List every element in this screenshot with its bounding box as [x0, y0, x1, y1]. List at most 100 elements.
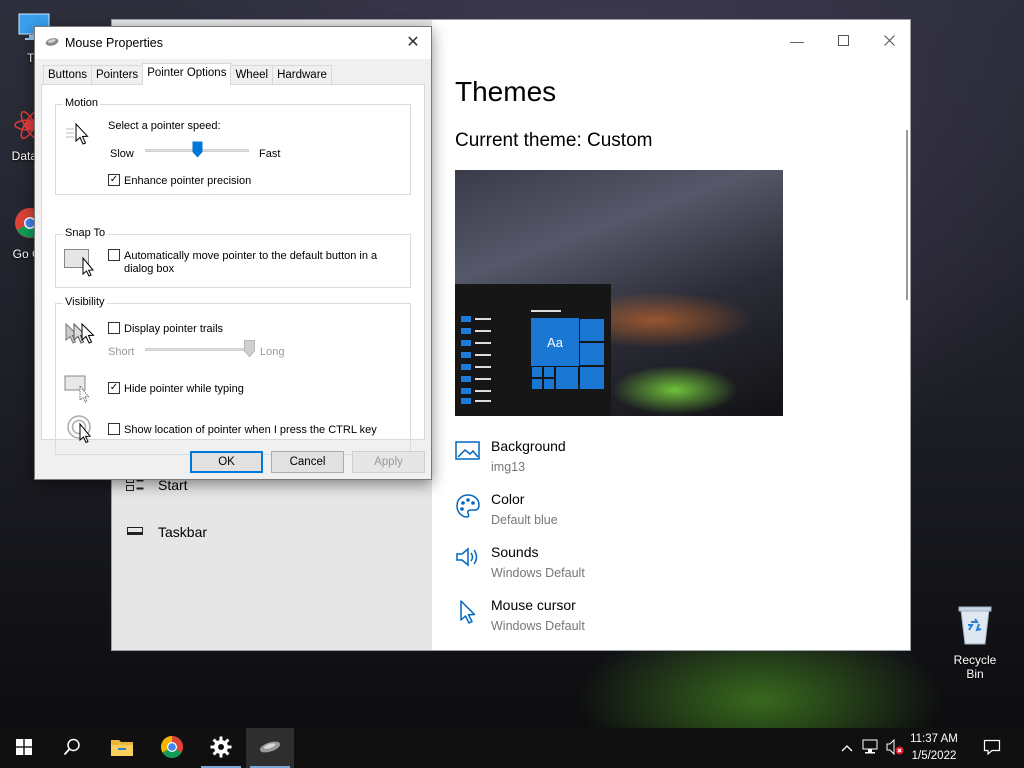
motion-group: Motion Select a pointer speed: Slow Fast… — [55, 97, 411, 195]
pointer-trails-icon — [64, 322, 98, 351]
mouse-icon — [45, 36, 59, 50]
close-icon — [883, 33, 895, 49]
chevron-up-icon — [841, 741, 853, 755]
tab-hardware[interactable]: Hardware — [272, 65, 332, 85]
system-clock[interactable]: 11:37 AM 1/5/2022 — [902, 731, 966, 765]
show-hidden-icons-button[interactable] — [838, 728, 856, 768]
network-icon — [862, 739, 880, 758]
setting-sounds[interactable]: Sounds Windows Default — [455, 544, 585, 597]
trail-length-slider[interactable] — [243, 340, 255, 358]
background-icon — [455, 438, 491, 491]
desktop-icon-recycle-bin[interactable]: Recycle Bin — [944, 602, 1006, 681]
pointer-speed-label: Select a pointer speed: — [108, 120, 221, 132]
motion-legend: Motion — [63, 97, 101, 109]
enhance-precision-checkbox[interactable]: ✓ — [108, 174, 120, 186]
tab-wheel[interactable]: Wheel — [230, 65, 274, 85]
preview-tile: Aa — [531, 318, 579, 366]
setting-value: Windows Default — [491, 619, 585, 633]
setting-color[interactable]: Color Default blue — [455, 491, 585, 544]
hide-pointer-checkbox[interactable]: ✓ — [108, 382, 120, 394]
close-button[interactable] — [866, 26, 912, 56]
file-explorer-icon — [110, 737, 134, 760]
chrome-icon — [160, 735, 184, 762]
maximize-icon — [837, 33, 849, 49]
maximize-button[interactable] — [820, 26, 866, 56]
taskbar-file-explorer[interactable] — [98, 728, 146, 768]
show-location-label: Show location of pointer when I press th… — [124, 424, 377, 436]
fast-label: Fast — [259, 148, 281, 160]
notification-icon — [983, 739, 1001, 758]
taskbar-mouse-properties[interactable] — [246, 728, 294, 768]
mouse-properties-dialog: Mouse Properties ✕ Buttons Pointers Poin… — [34, 26, 432, 480]
setting-background[interactable]: Background img13 — [455, 438, 585, 491]
dialog-title: Mouse Properties — [65, 36, 163, 50]
snap-to-label-line1: Automatically move pointer to the defaul… — [124, 250, 378, 262]
long-label: Long — [260, 346, 285, 358]
taskbar-chrome[interactable] — [148, 728, 196, 768]
page-title: Themes — [455, 76, 557, 107]
dialog-close-button[interactable]: ✕ — [403, 33, 423, 53]
snap-to-legend: Snap To — [63, 227, 108, 239]
cursor-icon — [455, 597, 491, 650]
theme-settings-list: Background img13 Color Default blue Soun… — [455, 438, 585, 650]
pointer-options-panel: Motion Select a pointer speed: Slow Fast… — [41, 84, 425, 455]
tab-buttons[interactable]: Buttons — [43, 65, 92, 85]
preview-start-menu: Aa — [455, 284, 611, 416]
scrollbar-thumb[interactable] — [906, 130, 908, 300]
setting-value: Default blue — [491, 513, 558, 527]
hide-pointer-label: Hide pointer while typing — [124, 383, 244, 395]
snap-to-label-line2: dialog box — [124, 263, 175, 275]
dialog-tabs: Buttons Pointers Pointer Options Wheel H… — [43, 63, 332, 85]
start-button[interactable] — [0, 728, 48, 768]
visibility-legend: Visibility — [63, 296, 107, 308]
ok-button[interactable]: OK — [190, 451, 263, 473]
clock-time: 11:37 AM — [910, 733, 958, 745]
pointer-speed-slider[interactable] — [192, 141, 203, 158]
nav-item-label: Taskbar — [158, 524, 208, 540]
theme-preview: Aa — [455, 170, 783, 416]
minimize-button[interactable]: — — [774, 26, 820, 56]
enhance-precision-label: Enhance pointer precision — [124, 175, 252, 187]
snap-to-checkbox[interactable] — [108, 249, 120, 261]
palette-icon — [455, 491, 491, 544]
hide-pointer-icon — [64, 374, 94, 407]
short-label: Short — [108, 346, 135, 358]
visibility-group: Visibility Display pointer trails Short … — [55, 296, 411, 455]
recycle-bin-icon — [944, 602, 1006, 649]
apply-button[interactable]: Apply — [352, 451, 425, 473]
clock-date: 1/5/2022 — [911, 750, 957, 762]
setting-value: img13 — [491, 460, 526, 474]
settings-icon — [210, 736, 232, 761]
pointer-trails-checkbox[interactable] — [108, 322, 120, 334]
network-tray-button[interactable] — [860, 728, 882, 768]
desktop-icon-label: Recycle Bin — [953, 653, 997, 681]
show-location-checkbox[interactable] — [108, 423, 120, 435]
notifications-button[interactable] — [978, 728, 1006, 768]
snap-to-group: Snap To Automatically move pointer to th… — [55, 227, 411, 288]
setting-mouse-cursor[interactable]: Mouse cursor Windows Default — [455, 597, 585, 650]
windows-logo-icon — [16, 738, 32, 758]
taskbar-icon — [126, 524, 144, 541]
taskbar-settings[interactable] — [197, 728, 245, 768]
cancel-button[interactable]: Cancel — [271, 451, 344, 473]
show-location-icon — [66, 414, 96, 449]
search-icon — [63, 738, 81, 759]
minimize-icon: — — [790, 33, 804, 49]
snap-to-icon — [64, 247, 98, 280]
tab-pointer-options[interactable]: Pointer Options — [142, 63, 232, 85]
tab-pointers[interactable]: Pointers — [91, 65, 144, 85]
setting-label: Color — [491, 491, 525, 507]
setting-label: Mouse cursor — [491, 597, 576, 613]
dialog-titlebar[interactable]: Mouse Properties ✕ — [35, 27, 431, 59]
search-button[interactable] — [48, 728, 96, 768]
pointer-trails-label: Display pointer trails — [124, 323, 224, 335]
taskbar: 11:37 AM 1/5/2022 — [0, 728, 1024, 768]
pointer-speed-icon — [66, 121, 94, 150]
speaker-icon — [455, 544, 491, 597]
trail-length-track[interactable] — [145, 348, 249, 351]
close-icon: ✕ — [406, 34, 420, 51]
setting-value: Windows Default — [491, 566, 585, 580]
setting-label: Sounds — [491, 544, 539, 560]
nav-item-taskbar[interactable]: Taskbar — [126, 520, 207, 544]
current-theme-label: Current theme: Custom — [455, 130, 653, 151]
